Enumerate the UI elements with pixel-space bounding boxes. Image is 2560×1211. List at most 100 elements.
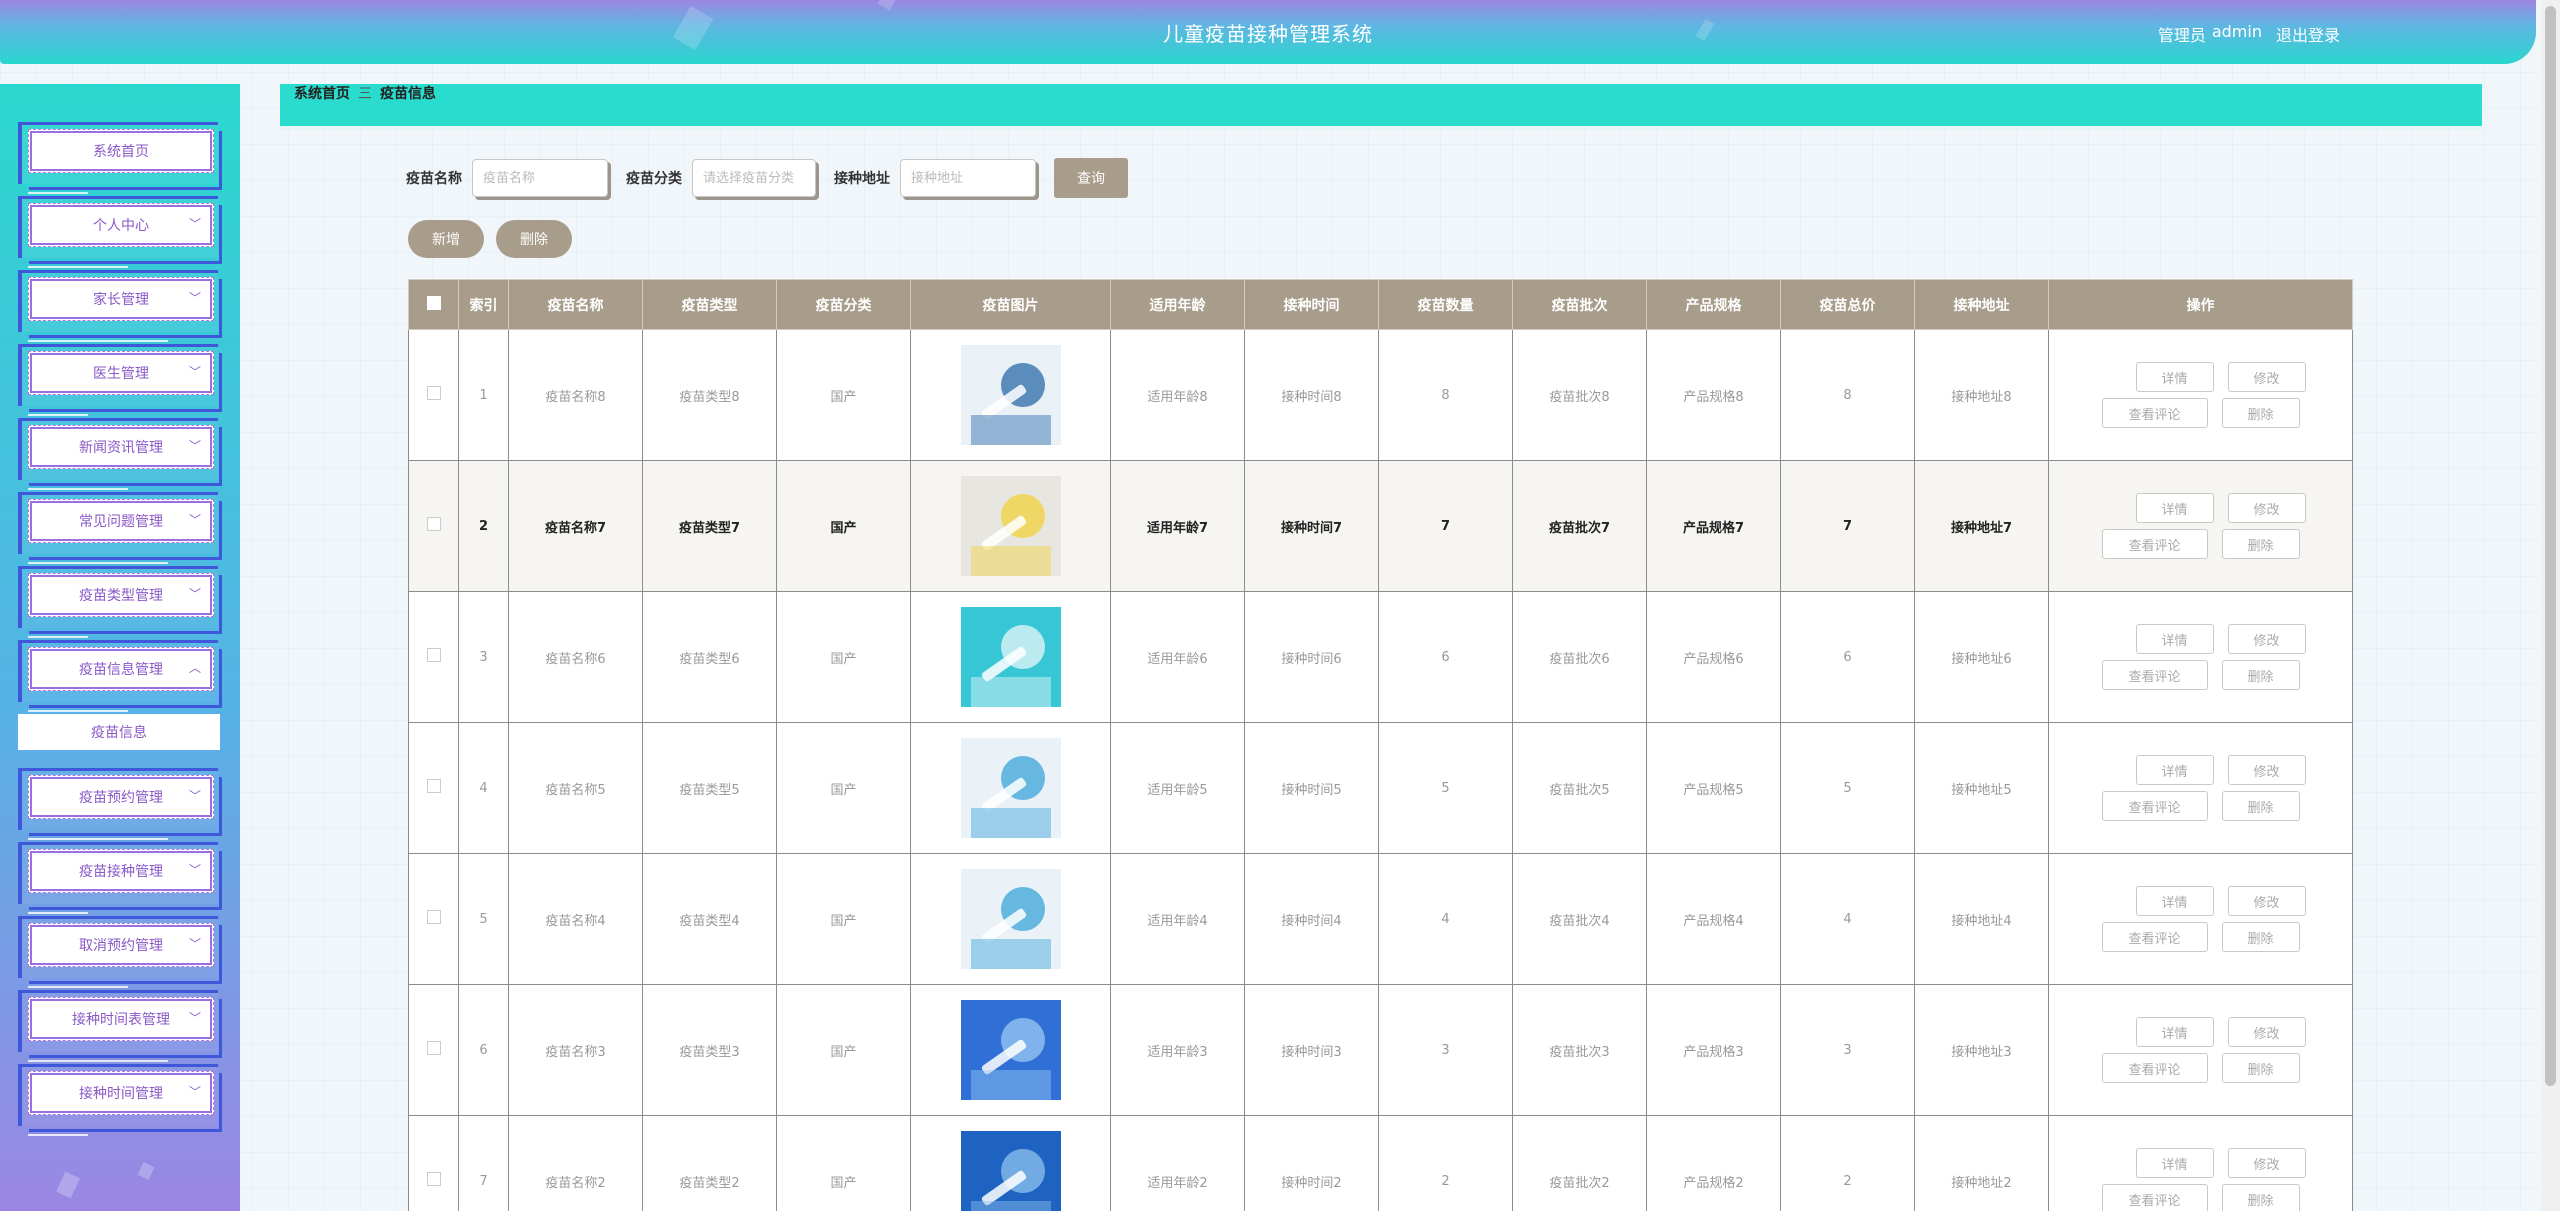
view-comments-button[interactable]: 查看评论	[2101, 529, 2208, 559]
detail-button[interactable]: 详情	[2135, 1017, 2214, 1047]
view-comments-button[interactable]: 查看评论	[2101, 660, 2208, 690]
vaccine-photo-doctor[interactable]	[960, 345, 1061, 445]
row-checkbox[interactable]	[426, 1172, 441, 1186]
edit-button[interactable]: 修改	[2227, 1148, 2306, 1178]
delete-button[interactable]: 删除	[2221, 1053, 2300, 1083]
view-comments-button[interactable]: 查看评论	[2101, 1184, 2208, 1211]
cell-category: 国产	[776, 1115, 911, 1211]
cell-time: 接种时间7	[1244, 460, 1379, 592]
edit-button[interactable]: 修改	[2227, 493, 2306, 523]
vertical-scrollbar[interactable]	[2541, 0, 2560, 1211]
cell-index: 3	[458, 591, 509, 723]
sidebar-item-button[interactable]: 疫苗类型管理 ﹀	[28, 573, 214, 617]
vaccine-photo-vials[interactable]	[960, 1000, 1061, 1100]
query-button[interactable]: 查询	[1054, 158, 1128, 198]
vaccine-table: 索引 疫苗名称 疫苗类型 疫苗分类 疫苗图片 适用年龄 接种时间 疫苗数量 疫苗批次 产品规格 疫苗…	[408, 279, 2353, 1211]
sidebar-item[interactable]: 疫苗预约管理 ﹀	[18, 768, 222, 836]
cell-name: 疫苗名称4	[508, 853, 643, 985]
edit-button[interactable]: 修改	[2227, 755, 2306, 785]
sidebar-item-button[interactable]: 系统首页	[28, 129, 214, 173]
vaccine-photo-lab[interactable]	[960, 607, 1061, 707]
delete-button[interactable]: 删除	[2221, 791, 2300, 821]
cell-age: 适用年龄2	[1110, 1115, 1245, 1211]
sidebar-item-button[interactable]: 个人中心 ﹀	[28, 203, 214, 247]
row-checkbox[interactable]	[426, 386, 441, 400]
sidebar-item-button[interactable]: 新闻资讯管理 ﹀	[28, 425, 214, 469]
scrollbar-thumb[interactable]	[2545, 6, 2556, 1086]
cell-category: 国产	[776, 984, 911, 1116]
vaccine-photo-injection[interactable]	[960, 738, 1061, 838]
column-header: 索引	[458, 279, 509, 330]
add-button[interactable]: 新增	[408, 220, 484, 258]
sidebar-item[interactable]: 医生管理 ﹀	[18, 344, 222, 412]
detail-button[interactable]: 详情	[2135, 493, 2214, 523]
chevron-icon: ﹀	[188, 365, 201, 379]
select-all-checkbox[interactable]	[426, 295, 441, 310]
logout-link[interactable]: 退出登录	[2276, 22, 2340, 46]
row-actions-cell: 详情 修改 查看评论 删除	[2048, 460, 2353, 592]
sidebar-item-button[interactable]: 疫苗接种管理 ﹀	[28, 849, 214, 893]
sidebar-item-button[interactable]: 接种时间管理 ﹀	[28, 1071, 214, 1115]
sidebar-decoration	[137, 1162, 155, 1180]
sidebar-item-button[interactable]: 医生管理 ﹀	[28, 351, 214, 395]
submenu-item-vaccine-info[interactable]: 疫苗信息	[18, 714, 220, 750]
vaccine-name-label: 疫苗名称	[406, 171, 462, 187]
row-select-cell	[408, 984, 459, 1116]
view-comments-button[interactable]: 查看评论	[2101, 398, 2208, 428]
menu-decoration-line	[28, 1134, 88, 1136]
edit-button[interactable]: 修改	[2227, 624, 2306, 654]
cell-type: 疫苗类型3	[642, 984, 777, 1116]
row-checkbox[interactable]	[426, 517, 441, 531]
sidebar-item[interactable]: 个人中心 ﹀	[18, 196, 222, 264]
cell-type: 疫苗类型4	[642, 853, 777, 985]
detail-button[interactable]: 详情	[2135, 1148, 2214, 1178]
sidebar-item-button[interactable]: 接种时间表管理 ﹀	[28, 997, 214, 1041]
sidebar-item[interactable]: 取消预约管理 ﹀	[18, 916, 222, 984]
row-checkbox[interactable]	[426, 1041, 441, 1055]
row-checkbox[interactable]	[426, 910, 441, 924]
detail-button[interactable]: 详情	[2135, 755, 2214, 785]
delete-button[interactable]: 删除	[2221, 398, 2300, 428]
sidebar-item-button[interactable]: 疫苗预约管理 ﹀	[28, 775, 214, 819]
cell-category: 国产	[776, 460, 911, 592]
sidebar-item-button[interactable]: 家长管理 ﹀	[28, 277, 214, 321]
sidebar-item[interactable]: 新闻资讯管理 ﹀	[18, 418, 222, 486]
delete-button[interactable]: 删除	[2221, 529, 2300, 559]
cell-age: 适用年龄8	[1110, 329, 1245, 461]
vaccine-category-select[interactable]	[692, 159, 816, 197]
sidebar-item[interactable]: 疫苗类型管理 ﹀	[18, 566, 222, 634]
edit-button[interactable]: 修改	[2227, 886, 2306, 916]
edit-button[interactable]: 修改	[2227, 1017, 2306, 1047]
view-comments-button[interactable]: 查看评论	[2101, 1053, 2208, 1083]
sidebar-item[interactable]: 接种时间管理 ﹀	[18, 1064, 222, 1132]
delete-button[interactable]: 删除	[2221, 922, 2300, 952]
sidebar-item[interactable]: 家长管理 ﹀	[18, 270, 222, 338]
batch-delete-button[interactable]: 删除	[496, 220, 572, 258]
vaccine-name-input[interactable]	[472, 159, 608, 197]
sidebar-item-button[interactable]: 常见问题管理 ﹀	[28, 499, 214, 543]
delete-button[interactable]: 删除	[2221, 660, 2300, 690]
edit-button[interactable]: 修改	[2227, 362, 2306, 392]
cell-address: 接种地址4	[1914, 853, 2049, 985]
detail-button[interactable]: 详情	[2135, 362, 2214, 392]
view-comments-button[interactable]: 查看评论	[2101, 922, 2208, 952]
sidebar-item-button[interactable]: 取消预约管理 ﹀	[28, 923, 214, 967]
vaccine-address-input[interactable]	[900, 159, 1036, 197]
row-checkbox[interactable]	[426, 648, 441, 662]
row-checkbox[interactable]	[426, 779, 441, 793]
vaccine-photo-injection[interactable]	[960, 869, 1061, 969]
sidebar-item[interactable]: 常见问题管理 ﹀	[18, 492, 222, 560]
sidebar-item-label: 接种时间表管理	[72, 1012, 170, 1028]
view-comments-button[interactable]: 查看评论	[2101, 791, 2208, 821]
delete-button[interactable]: 删除	[2221, 1184, 2300, 1211]
sidebar-item[interactable]: 疫苗接种管理 ﹀	[18, 842, 222, 910]
sidebar-item[interactable]: 疫苗信息管理 ︿	[18, 640, 222, 708]
vaccine-photo-scientist[interactable]	[960, 1131, 1061, 1211]
sidebar-item-button[interactable]: 疫苗信息管理 ︿	[28, 647, 214, 691]
detail-button[interactable]: 详情	[2135, 886, 2214, 916]
sidebar-item[interactable]: 接种时间表管理 ﹀	[18, 990, 222, 1058]
breadcrumb-home[interactable]: 系统首页	[294, 84, 350, 104]
vaccine-photo-syringe[interactable]	[960, 476, 1061, 576]
detail-button[interactable]: 详情	[2135, 624, 2214, 654]
sidebar-item[interactable]: 系统首页	[18, 122, 222, 190]
